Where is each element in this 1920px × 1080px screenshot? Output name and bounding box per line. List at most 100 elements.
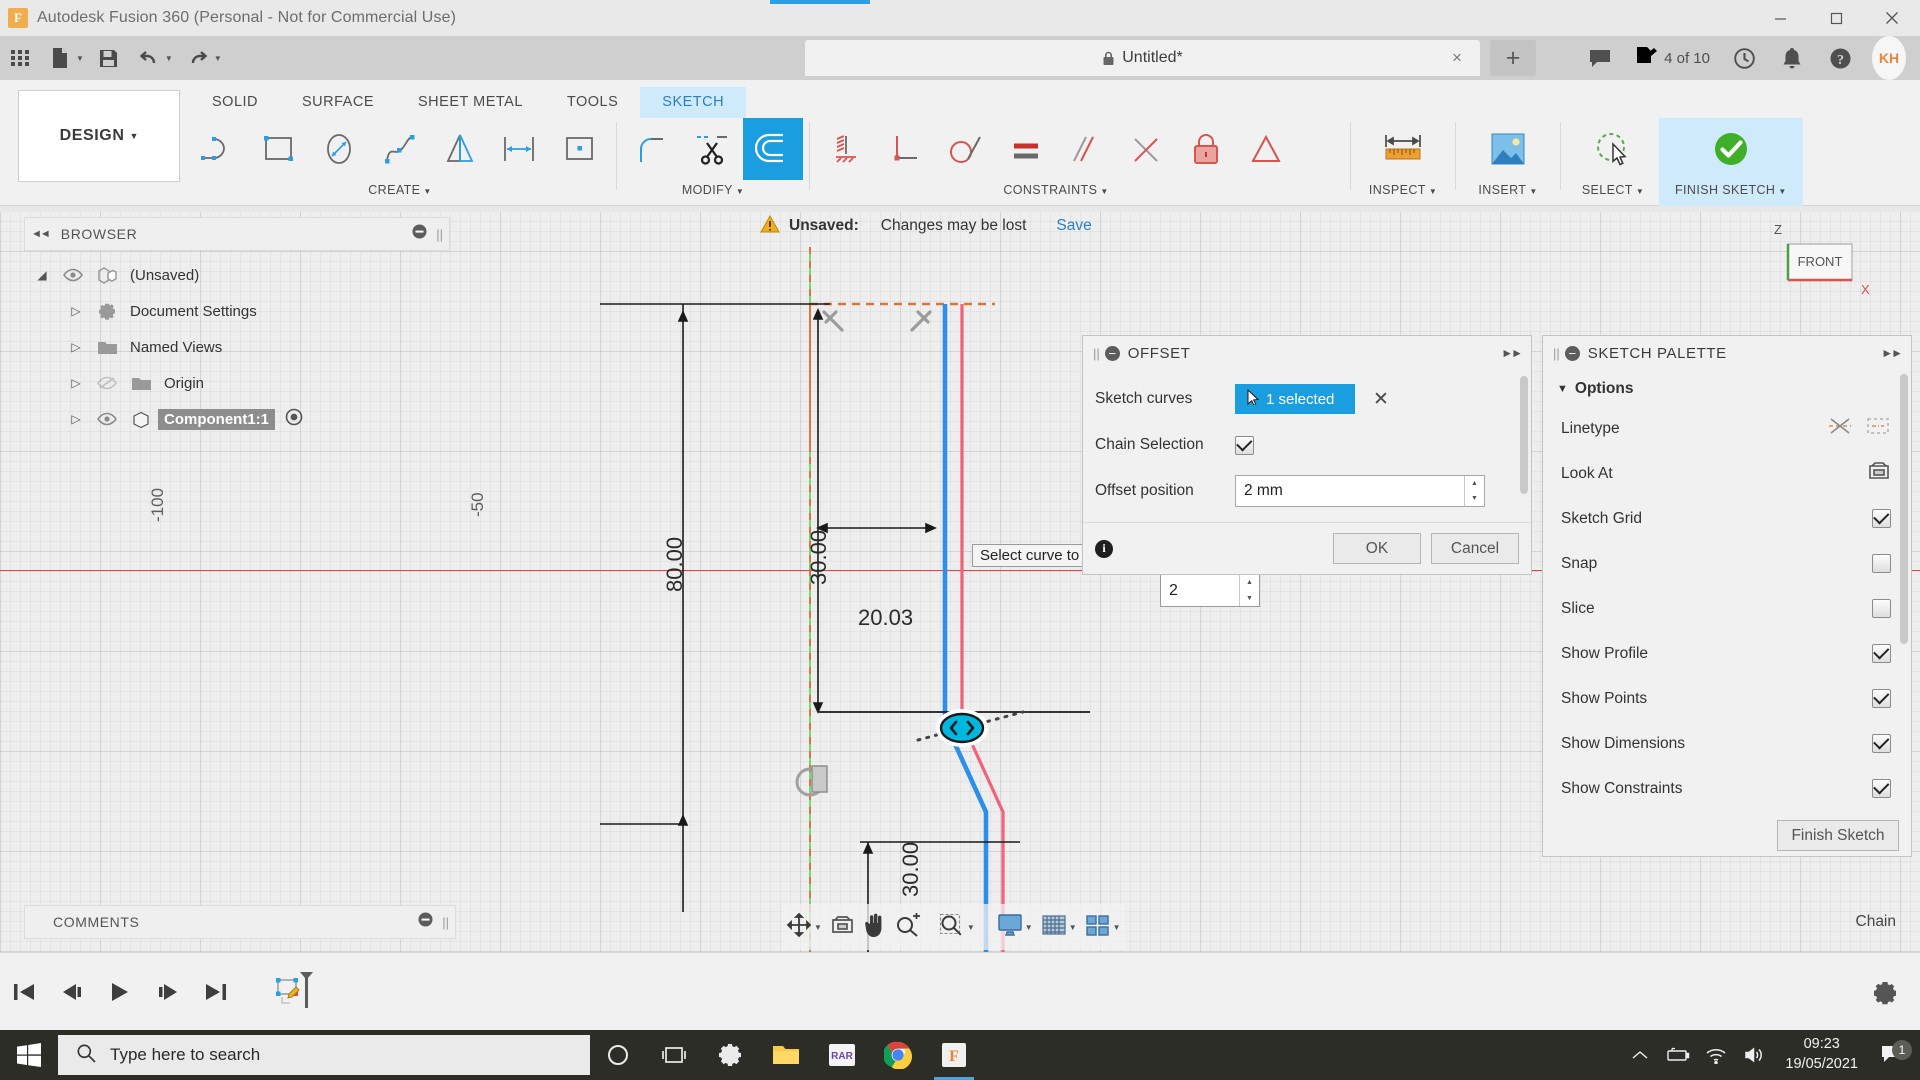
- expand-caret-icon[interactable]: ▷: [62, 376, 90, 390]
- timeline-settings-icon[interactable]: [1872, 979, 1898, 1010]
- sketch-curves-select-button[interactable]: 1 selected: [1235, 384, 1355, 414]
- comments-minimize-icon[interactable]: [418, 912, 433, 932]
- info-icon[interactable]: i: [1095, 539, 1113, 558]
- close-icon[interactable]: [1864, 0, 1920, 36]
- panel-label-create[interactable]: CREATE ▼: [368, 183, 432, 197]
- new-document-icon[interactable]: [40, 36, 80, 80]
- fix-constraint-icon[interactable]: [816, 118, 876, 180]
- grid-settings-icon[interactable]: [1041, 913, 1067, 942]
- chevron-down-icon[interactable]: ▼: [967, 923, 975, 932]
- wifi-icon[interactable]: [1697, 1047, 1735, 1064]
- battery-icon[interactable]: [1659, 1047, 1697, 1063]
- maximize-icon[interactable]: [1808, 0, 1864, 36]
- offset-dialog-header[interactable]: || − OFFSET ►►: [1083, 336, 1531, 370]
- dimension-value-30-top[interactable]: 30.00: [806, 530, 832, 585]
- line-icon[interactable]: [190, 118, 250, 180]
- panel-label-modify[interactable]: MODIFY ▼: [682, 183, 744, 197]
- redo-icon[interactable]: [178, 36, 218, 80]
- show-points-checkbox[interactable]: [1872, 689, 1891, 708]
- show-constraints-checkbox[interactable]: [1872, 779, 1891, 798]
- search-input[interactable]: Type here to search: [58, 1035, 590, 1075]
- chevron-down-icon[interactable]: ▼: [1025, 923, 1033, 932]
- recent-icon[interactable]: [1720, 36, 1768, 80]
- sketch-palette-header[interactable]: || − SKETCH PALETTE ►►: [1543, 336, 1911, 370]
- view-cube[interactable]: Z FRONT X: [1766, 222, 1878, 304]
- dimension-value-80[interactable]: 80.00: [662, 537, 688, 592]
- equal-icon[interactable]: [996, 118, 1056, 180]
- expand-caret-icon[interactable]: ▷: [62, 340, 90, 354]
- settings-icon[interactable]: [702, 1030, 758, 1080]
- spline-icon[interactable]: [370, 118, 430, 180]
- task-view-icon[interactable]: [646, 1030, 702, 1080]
- step-forward-icon[interactable]: [144, 953, 192, 1031]
- panel-label-inspect[interactable]: INSPECT ▼: [1369, 183, 1437, 197]
- offset-position-stepper[interactable]: ▲ ▼: [1464, 476, 1484, 506]
- close-tab-icon[interactable]: ×: [1448, 48, 1466, 67]
- dialog-scrollbar[interactable]: [1520, 376, 1528, 494]
- comments-panel[interactable]: COMMENTS ||: [24, 905, 456, 939]
- browser-grip-icon[interactable]: ||: [436, 227, 443, 242]
- sketch-dimension-icon[interactable]: [490, 118, 550, 180]
- notification-center-icon[interactable]: 1: [1870, 1040, 1914, 1066]
- comments-grip-icon[interactable]: ||: [442, 915, 449, 930]
- document-tab[interactable]: Untitled* ×: [805, 40, 1480, 76]
- dialog-grip-icon[interactable]: ||: [1093, 346, 1100, 361]
- ok-button[interactable]: OK: [1333, 533, 1421, 564]
- offset-position-input[interactable]: 2 mm ▲ ▼: [1235, 475, 1485, 507]
- save-icon[interactable]: [89, 36, 129, 80]
- collapse-icon[interactable]: −: [1104, 345, 1120, 361]
- expand-icon[interactable]: ►►: [1501, 346, 1523, 360]
- display-settings-icon[interactable]: [997, 913, 1023, 942]
- orbit-icon[interactable]: [786, 912, 812, 943]
- tree-row-origin[interactable]: ▷ Origin: [6, 365, 456, 401]
- minimize-icon[interactable]: [1752, 0, 1808, 36]
- cortana-icon[interactable]: [590, 1030, 646, 1080]
- sketch-grid-checkbox[interactable]: [1872, 509, 1891, 528]
- orbit-button[interactable]: ▼: [782, 904, 826, 950]
- offset-icon[interactable]: [743, 118, 803, 180]
- chevron-down-icon[interactable]: ▼: [1069, 923, 1077, 932]
- look-at-button[interactable]: [826, 904, 859, 950]
- coincident-icon[interactable]: [1116, 118, 1176, 180]
- chevron-down-icon[interactable]: ▼: [1113, 923, 1121, 932]
- sketch-feature-icon[interactable]: [270, 953, 318, 1031]
- collapse-left-icon[interactable]: ◄◄: [31, 228, 51, 240]
- pan-icon[interactable]: [863, 912, 887, 943]
- save-link[interactable]: Save: [1056, 217, 1091, 235]
- workspace-selector[interactable]: DESIGN ▼: [18, 90, 180, 182]
- pan-button[interactable]: [859, 904, 891, 950]
- new-document-group[interactable]: ▼: [40, 36, 89, 80]
- dimension-value-30-bottom[interactable]: 30.00: [898, 842, 924, 897]
- tree-row-unsaved[interactable]: ◢ (Unsaved): [6, 257, 456, 293]
- slice-checkbox[interactable]: [1872, 599, 1891, 618]
- look-at-icon[interactable]: [830, 914, 855, 941]
- symmetry-icon[interactable]: [1236, 118, 1296, 180]
- play-icon[interactable]: [96, 953, 144, 1031]
- step-back-icon[interactable]: [48, 953, 96, 1031]
- expand-caret-icon[interactable]: ◢: [28, 268, 56, 282]
- panel-label-select[interactable]: SELECT ▼: [1582, 183, 1644, 197]
- chrome-icon[interactable]: [870, 1030, 926, 1080]
- app-grid-icon[interactable]: [0, 36, 40, 80]
- centerline-icon[interactable]: [1865, 415, 1891, 442]
- zoom-button[interactable]: ▼: [891, 904, 935, 950]
- tab-surface[interactable]: SURFACE: [280, 87, 396, 118]
- viewports-button[interactable]: ▼: [1081, 904, 1125, 950]
- volume-icon[interactable]: [1735, 1046, 1773, 1064]
- show-dimensions-checkbox[interactable]: [1872, 734, 1891, 753]
- construction-line-icon[interactable]: [1827, 415, 1853, 442]
- fillet-icon[interactable]: [623, 118, 683, 180]
- parallel-icon[interactable]: [1056, 118, 1116, 180]
- undo-group[interactable]: ▼: [129, 36, 178, 80]
- tab-tools[interactable]: TOOLS: [545, 87, 640, 118]
- mirror-icon[interactable]: [430, 118, 490, 180]
- display-settings-button[interactable]: ▼: [993, 904, 1037, 950]
- panel-label-finish-sketch[interactable]: FINISH SKETCH ▼: [1675, 183, 1787, 197]
- zoom-window-button[interactable]: ▼: [935, 904, 979, 950]
- file-explorer-icon[interactable]: [758, 1030, 814, 1080]
- perpendicular-icon[interactable]: [876, 118, 936, 180]
- new-tab-button[interactable]: +: [1490, 40, 1536, 76]
- stepper-down-icon[interactable]: ▼: [1240, 591, 1259, 607]
- ellipse-icon[interactable]: [310, 118, 370, 180]
- visibility-off-icon[interactable]: [90, 376, 124, 390]
